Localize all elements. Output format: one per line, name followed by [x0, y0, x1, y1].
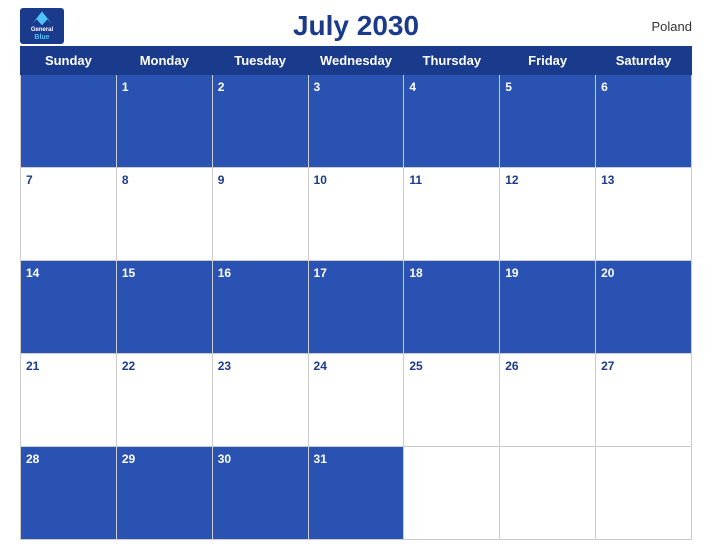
logo-bird-icon [27, 10, 57, 27]
calendar-header: General Blue July 2030 Poland [20, 10, 692, 42]
day-number: 8 [122, 173, 129, 187]
day-number: 24 [314, 359, 327, 373]
day-number: 23 [218, 359, 231, 373]
day-number: 28 [26, 452, 39, 466]
calendar-day: 8 [116, 168, 212, 261]
day-number: 18 [409, 266, 422, 280]
day-number: 4 [409, 80, 416, 94]
calendar-day: 21 [21, 354, 117, 447]
day-number: 13 [601, 173, 614, 187]
calendar-day: 3 [308, 75, 404, 168]
calendar-day: 18 [404, 261, 500, 354]
day-number: 7 [26, 173, 33, 187]
calendar-day: 20 [596, 261, 692, 354]
day-number: 31 [314, 452, 327, 466]
calendar-day: 25 [404, 354, 500, 447]
calendar-day: 30 [212, 447, 308, 540]
logo-box: General Blue [20, 8, 64, 44]
calendar-day: 13 [596, 168, 692, 261]
day-number: 25 [409, 359, 422, 373]
calendar-day: 24 [308, 354, 404, 447]
calendar-day: 6 [596, 75, 692, 168]
calendar-day: 12 [500, 168, 596, 261]
day-number: 5 [505, 80, 512, 94]
calendar-week-row: 21 22 23 24 25 26 27 [21, 354, 692, 447]
calendar-week-row: 14 15 16 17 18 19 20 [21, 261, 692, 354]
day-number: 29 [122, 452, 135, 466]
col-sunday: Sunday [21, 47, 117, 75]
calendar-day: 31 [308, 447, 404, 540]
day-number: 1 [122, 80, 129, 94]
calendar-day: 4 [404, 75, 500, 168]
logo: General Blue [20, 8, 64, 44]
calendar-day: 22 [116, 354, 212, 447]
calendar-day: 19 [500, 261, 596, 354]
day-number: 2 [218, 80, 225, 94]
day-number: 3 [314, 80, 321, 94]
col-friday: Friday [500, 47, 596, 75]
day-number: 21 [26, 359, 39, 373]
calendar-day: 29 [116, 447, 212, 540]
calendar-week-row: 7 8 9 10 11 12 13 [21, 168, 692, 261]
calendar-day: 26 [500, 354, 596, 447]
calendar-body: 1234567891011121314151617181920212223242… [21, 75, 692, 540]
day-number: 11 [409, 173, 422, 187]
calendar-day [500, 447, 596, 540]
day-number: 10 [314, 173, 327, 187]
day-number: 14 [26, 266, 39, 280]
col-wednesday: Wednesday [308, 47, 404, 75]
calendar-day: 23 [212, 354, 308, 447]
day-number: 17 [314, 266, 327, 280]
calendar-day: 1 [116, 75, 212, 168]
calendar-day: 7 [21, 168, 117, 261]
logo-blue-text: Blue [34, 33, 49, 42]
calendar-day: 16 [212, 261, 308, 354]
day-number: 27 [601, 359, 614, 373]
calendar-table: Sunday Monday Tuesday Wednesday Thursday… [20, 46, 692, 540]
day-number: 6 [601, 80, 608, 94]
weekday-header-row: Sunday Monday Tuesday Wednesday Thursday… [21, 47, 692, 75]
day-number: 30 [218, 452, 231, 466]
country-label: Poland [652, 19, 692, 34]
calendar-day: 15 [116, 261, 212, 354]
calendar-week-row: 28 29 30 31 [21, 447, 692, 540]
calendar-day: 28 [21, 447, 117, 540]
calendar-day: 9 [212, 168, 308, 261]
calendar-week-row: 1 2 3 4 5 6 [21, 75, 692, 168]
day-number: 20 [601, 266, 614, 280]
day-number: 22 [122, 359, 135, 373]
calendar-day [596, 447, 692, 540]
col-thursday: Thursday [404, 47, 500, 75]
day-number: 16 [218, 266, 231, 280]
day-number: 12 [505, 173, 518, 187]
calendar-day: 11 [404, 168, 500, 261]
day-number: 15 [122, 266, 135, 280]
calendar-day: 27 [596, 354, 692, 447]
calendar-day [21, 75, 117, 168]
col-monday: Monday [116, 47, 212, 75]
calendar-day: 14 [21, 261, 117, 354]
calendar-day: 5 [500, 75, 596, 168]
day-number: 26 [505, 359, 518, 373]
calendar-day: 2 [212, 75, 308, 168]
day-number: 19 [505, 266, 518, 280]
col-saturday: Saturday [596, 47, 692, 75]
calendar-day: 10 [308, 168, 404, 261]
day-number: 9 [218, 173, 225, 187]
calendar-title: July 2030 [293, 10, 419, 42]
calendar-day [404, 447, 500, 540]
calendar-day: 17 [308, 261, 404, 354]
col-tuesday: Tuesday [212, 47, 308, 75]
